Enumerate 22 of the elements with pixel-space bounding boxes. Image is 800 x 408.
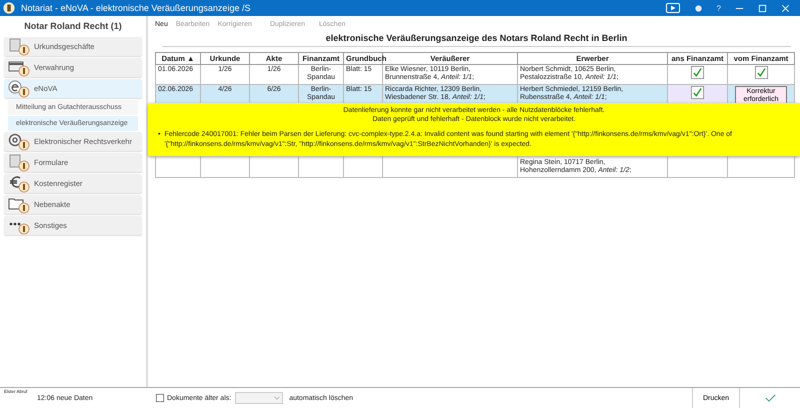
checkbox[interactable]: [754, 66, 768, 79]
euro-icon: [8, 174, 30, 192]
at-sign-icon: [8, 132, 30, 150]
checkbox[interactable]: [691, 86, 704, 99]
folder-icon: [8, 196, 30, 214]
help-button[interactable]: ?: [716, 4, 721, 12]
close-icon[interactable]: [781, 4, 790, 12]
play-icon[interactable]: [666, 3, 680, 13]
checkbox[interactable]: [156, 394, 164, 402]
letter-e-icon: [8, 80, 30, 98]
card-icon: [8, 58, 30, 76]
notary-header: Notar Roland Recht (1): [23, 20, 123, 33]
document-icon: [8, 154, 30, 172]
checkmark-icon: [764, 394, 776, 402]
record-icon[interactable]: [694, 4, 703, 12]
checkbox[interactable]: [691, 66, 704, 79]
page-title: elektronische Veräußerungsanzeige des Notars Roland Recht in Berlin: [162, 32, 791, 47]
window-title: Notariat - eNoVA - elektronische Veräußerungsanzeige /S: [21, 3, 250, 13]
app-icon: [3, 2, 15, 14]
caret-icon: [274, 396, 280, 400]
document-icon: [8, 38, 30, 56]
maximize-icon[interactable]: [758, 4, 767, 12]
